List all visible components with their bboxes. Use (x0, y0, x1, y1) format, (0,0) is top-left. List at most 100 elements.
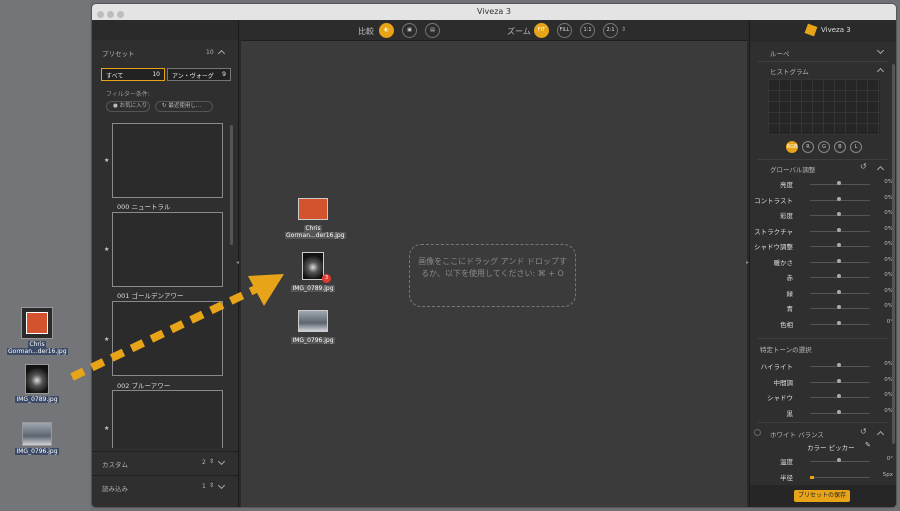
slider-knob[interactable] (837, 181, 841, 185)
slider-knob[interactable] (837, 378, 841, 383)
white-balance-section[interactable]: ホワイト バランス ↺ (750, 426, 896, 440)
channel-g[interactable]: G (818, 141, 830, 153)
zoom-fill-button[interactable]: FILL (557, 23, 572, 38)
slider-knob[interactable] (837, 305, 841, 309)
slider-knob[interactable] (837, 289, 841, 294)
divider (758, 159, 888, 160)
slider-knob[interactable] (837, 458, 841, 462)
slider-knob[interactable] (837, 227, 841, 232)
tab-anne-vogue[interactable]: アン・ヴォーグ 9 (167, 68, 231, 81)
eyedropper-icon[interactable]: ✎ (865, 441, 871, 449)
channel-l[interactable]: L (850, 141, 862, 153)
slider-knob[interactable] (837, 363, 841, 367)
filter-recent[interactable]: ↻ 最近使用し... (155, 101, 213, 112)
preset-thumbnail[interactable] (112, 390, 223, 448)
slider-temperature[interactable]: 温度 0° (750, 454, 896, 468)
custom-section[interactable]: カスタム 2 ⇕ (92, 453, 239, 475)
desktop-file-img0789[interactable]: IMG_0789.jpg (9, 364, 65, 403)
slider-row[interactable]: シャドウ 0% (750, 390, 896, 404)
zoom-fit-button[interactable]: FIT (534, 23, 549, 38)
channel-b[interactable]: B (834, 141, 846, 153)
slider-knob[interactable] (837, 274, 841, 278)
slider-knob[interactable] (837, 243, 841, 247)
zoom-stepper-icon[interactable]: ⇕ (621, 26, 626, 33)
slider-label: 中間調 (773, 378, 794, 387)
slider-row[interactable]: 赤 0% (750, 270, 896, 284)
file-name: Chris (28, 341, 46, 348)
slider-label: コントラスト (754, 196, 793, 205)
tab-all[interactable]: すべて 10 (101, 68, 165, 81)
channel-r[interactable]: R (802, 141, 814, 153)
slider-row[interactable]: ハイライト 0% (750, 359, 896, 373)
count-badge: 3 (322, 274, 331, 283)
histogram-section[interactable]: ヒストグラム (750, 63, 896, 77)
slider-row[interactable]: コントラスト 0% (750, 193, 896, 207)
preset-thumbnail[interactable] (112, 301, 223, 376)
sort-icon: ⇕ (209, 458, 215, 465)
preset-header: プリセット (102, 50, 135, 58)
minimize-button[interactable] (107, 11, 114, 18)
slider-row[interactable]: 青 0% (750, 301, 896, 315)
right-scrollbar[interactable] (892, 64, 895, 444)
slider-row[interactable]: 黒 0% (750, 406, 896, 420)
star-icon[interactable]: ★ (104, 336, 109, 343)
zoom-1-1-button[interactable]: 1:1 (580, 23, 595, 38)
slider-knob[interactable] (837, 409, 841, 414)
custom-label: カスタム (102, 461, 128, 469)
loupe-section[interactable]: ルーペ (750, 44, 896, 60)
zoom-button[interactable] (117, 11, 124, 18)
collapse-icon[interactable] (876, 430, 885, 439)
slider-row[interactable]: ストラクチャ 0% (750, 224, 896, 238)
slider-knob[interactable] (837, 196, 841, 201)
imported-section[interactable]: 読み込み 1 ⇕ (92, 477, 239, 499)
slider-row[interactable]: 緑 0% (750, 286, 896, 300)
wb-toggle[interactable] (754, 429, 761, 436)
slider-knob[interactable] (837, 212, 841, 216)
divider (758, 338, 888, 339)
slider-knob[interactable] (837, 258, 841, 263)
collapse-icon[interactable] (217, 49, 226, 58)
slider-label: 暖かさ (773, 258, 794, 267)
slider-row[interactable]: 亮度 0% (750, 177, 896, 191)
preset-scrollbar[interactable] (230, 125, 233, 245)
file-name: Gorman...der16.jpg (285, 232, 346, 239)
global-adjust-section[interactable]: グローバル調整 ↺ (750, 161, 896, 175)
slider-knob[interactable] (837, 394, 841, 398)
slider-track[interactable] (810, 477, 870, 478)
compare-stack-icon[interactable]: ▤ (425, 23, 440, 38)
collapse-icon[interactable] (876, 67, 885, 76)
reset-icon[interactable]: ↺ (860, 162, 867, 171)
preset-thumbnail[interactable] (112, 123, 223, 198)
chevron-down-icon[interactable] (217, 481, 226, 490)
channel-rgb[interactable]: RGB (786, 141, 798, 153)
compare-split-icon[interactable]: ◐ (379, 23, 394, 38)
compare-side-icon[interactable]: ▣ (402, 23, 417, 38)
drop-zone[interactable]: 画像をここにドラッグ アンド ドロップするか、以下を使用してください: ⌘ + … (409, 244, 576, 307)
filter-favorites[interactable]: ● お気に入り (106, 101, 150, 112)
divider (92, 475, 239, 476)
slider-row[interactable]: 中間調 0% (750, 375, 896, 389)
collapse-icon[interactable] (876, 165, 885, 174)
slider-label: 温度 (780, 458, 793, 466)
star-icon[interactable]: ★ (104, 157, 109, 164)
slider-row[interactable]: シャドウ調整 0% (750, 239, 896, 253)
slider-radius[interactable]: 半径 5px (750, 470, 896, 484)
star-icon[interactable]: ★ (104, 425, 109, 432)
left-panel-toggle[interactable]: ◂ (236, 259, 239, 266)
color-picker-label: カラー ピッカー (807, 444, 855, 452)
zoom-2-1-button[interactable]: 2:1 (603, 23, 618, 38)
slider-knob[interactable] (837, 320, 841, 325)
chevron-down-icon[interactable] (217, 457, 226, 466)
slider-row[interactable]: 彩度 0% (750, 208, 896, 222)
image-thumbnail (298, 310, 328, 332)
desktop-file-chris[interactable]: Chris Gorman...der16.jpg (7, 307, 68, 355)
slider-row[interactable]: 暖かさ 0% (750, 255, 896, 269)
desktop-file-img0796[interactable]: IMG_0796.jpg (9, 422, 65, 455)
save-preset-button[interactable]: プリセットの保存 (794, 490, 850, 502)
chevron-down-icon[interactable] (876, 46, 885, 55)
reset-icon[interactable]: ↺ (860, 427, 867, 436)
slider-row[interactable]: 色相 0° (750, 317, 896, 331)
preset-thumbnail[interactable] (112, 212, 223, 287)
star-icon[interactable]: ★ (104, 246, 109, 253)
close-button[interactable] (97, 11, 104, 18)
